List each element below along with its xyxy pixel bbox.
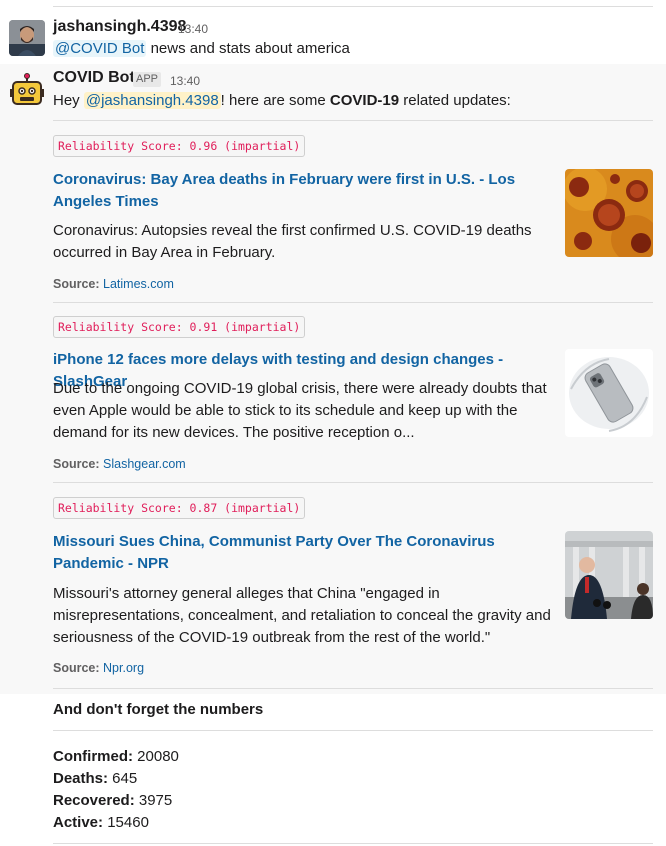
user-message-time[interactable]: 13:40 [178,22,208,36]
article-description: Missouri's attorney general alleges that… [53,585,551,646]
user-name[interactable]: jashansingh.4398 [53,18,186,36]
source-label: Source: [53,277,100,291]
reliability-score: Reliability Score: 0.87 (impartial) [53,497,306,519]
user-mention[interactable]: @jashansingh.4398 [83,92,221,109]
article-divider [53,120,653,121]
press-conference-image[interactable] [565,531,653,619]
source-label: Source: [53,457,100,471]
user-avatar[interactable] [9,20,45,56]
deaths-label: Deaths: [53,770,109,787]
top-divider [53,6,653,7]
intro-mid: ! here are some [220,92,330,109]
bot-mention[interactable]: @COVID Bot [53,40,147,57]
numbers-divider [53,730,653,731]
source-label: Source: [53,661,100,675]
virus-image[interactable] [565,169,653,257]
reliability-score: Reliability Score: 0.96 (impartial) [53,135,306,157]
confirmed-value: 20080 [133,748,179,765]
article-divider [53,302,653,303]
user-message-text: @COVID Bot news and stats about america [53,38,350,60]
reliability-score: Reliability Score: 0.91 (impartial) [53,316,306,338]
bot-avatar[interactable] [9,72,45,108]
user-message-body: news and stats about america [146,40,350,57]
source-link[interactable]: Latimes.com [103,277,174,291]
article-title-link[interactable]: Missouri Sues China, Communist Party Ove… [53,531,548,575]
article-divider [53,482,653,483]
intro-bold: COVID-19 [329,92,400,109]
bot-name[interactable]: COVID Bot [53,69,135,87]
source-link[interactable]: Npr.org [103,661,144,675]
article-source: Source: Npr.org [53,661,144,675]
deaths-value: 645 [108,770,138,787]
bot-message-time[interactable]: 13:40 [170,74,200,88]
confirmed-label: Confirmed: [53,748,133,765]
active-stat: Active: 15460 [53,812,149,834]
article-description: Due to the ongoing COVID-19 global crisi… [53,380,547,441]
intro-suffix: related updates: [399,92,511,109]
bot-intro-text: Hey @jashansingh.4398! here are some COV… [53,90,511,112]
article-source: Source: Latimes.com [53,277,174,291]
source-link[interactable]: Slashgear.com [103,457,186,471]
bottom-divider [53,843,653,844]
app-badge: APP [133,72,162,87]
phone-image[interactable] [565,349,653,437]
recovered-label: Recovered: [53,792,135,809]
article-description: Coronavirus: Autopsies reveal the first … [53,222,532,261]
active-value: 15460 [103,814,149,831]
article-source: Source: Slashgear.com [53,457,186,471]
deaths-stat: Deaths: 645 [53,768,137,790]
active-label: Active: [53,814,104,831]
article-title-link[interactable]: Coronavirus: Bay Area deaths in February… [53,169,548,213]
numbers-heading: And don't forget the numbers [53,701,264,718]
recovered-stat: Recovered: 3975 [53,790,172,812]
intro-prefix: Hey [53,92,84,109]
article-divider [53,688,653,689]
confirmed-stat: Confirmed: 20080 [53,746,179,768]
recovered-value: 3975 [134,792,173,809]
